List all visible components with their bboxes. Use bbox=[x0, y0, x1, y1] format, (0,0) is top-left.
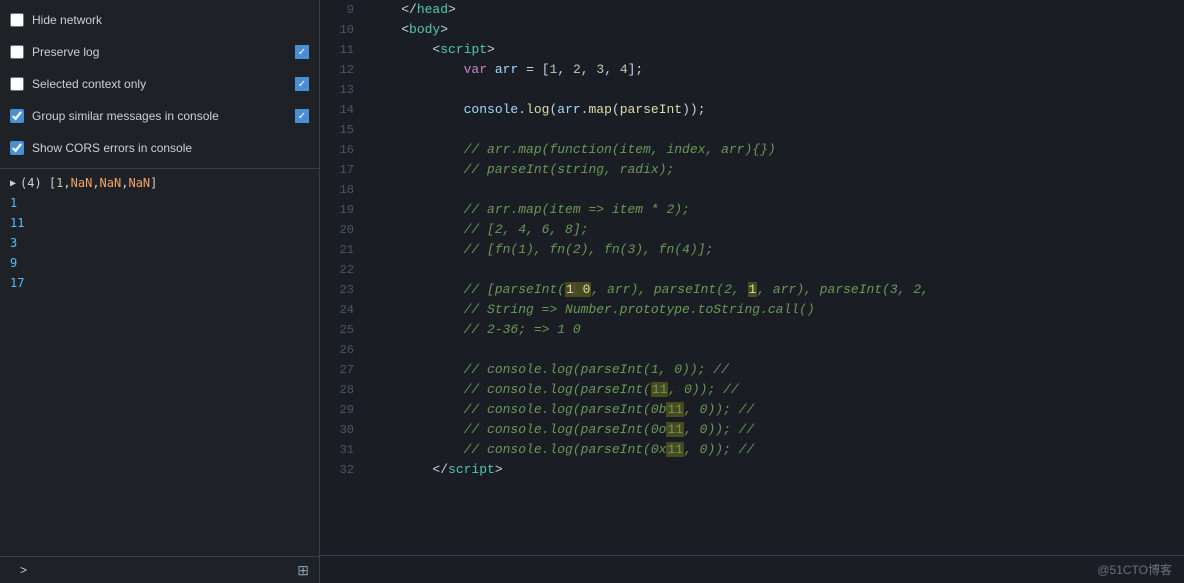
selected-context-checkbox[interactable] bbox=[10, 77, 24, 91]
selected-context-label: Selected context only bbox=[32, 77, 146, 91]
expand-button[interactable]: > bbox=[10, 561, 37, 579]
code-line-18: 18 bbox=[320, 180, 1184, 200]
array-val-4: NaN bbox=[128, 176, 150, 190]
code-line-26: 26 bbox=[320, 340, 1184, 360]
code-line-23: 23 // [parseInt(1 0, arr), parseInt(2, 1… bbox=[320, 280, 1184, 300]
array-val-1: 1 bbox=[56, 176, 63, 190]
preserve-log-label: Preserve log bbox=[32, 45, 99, 59]
line-num-23: 23 bbox=[320, 280, 370, 300]
hide-network-label: Hide network bbox=[32, 13, 102, 27]
code-line-29: 29 // console.log(parseInt(0b11, 0)); // bbox=[320, 400, 1184, 420]
show-cors-checkbox[interactable] bbox=[10, 141, 24, 155]
code-line-31: 31 // console.log(parseInt(0x11, 0)); // bbox=[320, 440, 1184, 460]
left-bottom-bar: > ⊞ bbox=[0, 556, 319, 583]
console-num-1: 1 bbox=[0, 193, 319, 213]
code-line-32: 32 </script> bbox=[320, 460, 1184, 480]
code-line-30: 30 // console.log(parseInt(0o11, 0)); // bbox=[320, 420, 1184, 440]
console-num-9: 9 bbox=[0, 253, 319, 273]
code-line-24: 24 // String => Number.prototype.toStrin… bbox=[320, 300, 1184, 320]
right-panel: 9 </head> 10 <body> 11 <script> 12 var a… bbox=[320, 0, 1184, 583]
selected-context-row: Selected context only ✓ bbox=[0, 68, 319, 100]
code-area: 9 </head> 10 <body> 11 <script> 12 var a… bbox=[320, 0, 1184, 555]
left-panel: Hide network Preserve log ✓ Selected con… bbox=[0, 0, 320, 583]
code-line-12: 12 var arr = [1, 2, 3, 4]; bbox=[320, 60, 1184, 80]
code-line-13: 13 bbox=[320, 80, 1184, 100]
code-line-27: 27 // console.log(parseInt(1, 0)); // bbox=[320, 360, 1184, 380]
preserve-log-checkbox[interactable] bbox=[10, 45, 24, 59]
hide-network-row: Hide network bbox=[0, 4, 319, 36]
show-cors-label: Show CORS errors in console bbox=[32, 141, 192, 155]
array-toggle-arrow[interactable]: ▶ bbox=[10, 178, 16, 189]
group-similar-checkbox[interactable] bbox=[10, 109, 24, 123]
console-num-11: 11 bbox=[0, 213, 319, 233]
group-similar-row: Group similar messages in console ✓ bbox=[0, 100, 319, 132]
code-line-9: 9 </head> bbox=[320, 0, 1184, 20]
code-line-28: 28 // console.log(parseInt(11, 0)); // bbox=[320, 380, 1184, 400]
code-line-20: 20 // [2, 4, 6, 8]; bbox=[320, 220, 1184, 240]
array-label: (4) [ bbox=[20, 176, 56, 190]
group-similar-label: Group similar messages in console bbox=[32, 109, 219, 123]
code-line-21: 21 // [fn(1), fn(2), fn(3), fn(4)]; bbox=[320, 240, 1184, 260]
code-line-14: 14 console.log(arr.map(parseInt)); bbox=[320, 100, 1184, 120]
console-array-row[interactable]: ▶ (4) [1, NaN, NaN, NaN] bbox=[0, 173, 319, 193]
console-output: ▶ (4) [1, NaN, NaN, NaN] 1 11 3 9 17 bbox=[0, 169, 319, 556]
preserve-log-row: Preserve log ✓ bbox=[0, 36, 319, 68]
show-cors-row: Show CORS errors in console bbox=[0, 132, 319, 164]
code-line-11: 11 <script> bbox=[320, 40, 1184, 60]
console-num-17: 17 bbox=[0, 273, 319, 293]
code-line-22: 22 bbox=[320, 260, 1184, 280]
array-val-2: NaN bbox=[71, 176, 93, 190]
grid-icon[interactable]: ⊞ bbox=[297, 562, 309, 579]
settings-section: Hide network Preserve log ✓ Selected con… bbox=[0, 0, 319, 169]
bottom-bar: @51CTO博客 bbox=[320, 555, 1184, 583]
preserve-log-blue-indicator: ✓ bbox=[295, 45, 309, 59]
array-val-3: NaN bbox=[100, 176, 122, 190]
code-line-17: 17 // parseInt(string, radix); bbox=[320, 160, 1184, 180]
group-similar-blue-indicator: ✓ bbox=[295, 109, 309, 123]
code-line-10: 10 <body> bbox=[320, 20, 1184, 40]
console-num-3: 3 bbox=[0, 233, 319, 253]
code-line-25: 25 // 2-36; => 1 0 bbox=[320, 320, 1184, 340]
hide-network-checkbox[interactable] bbox=[10, 13, 24, 27]
code-line-16: 16 // arr.map(function(item, index, arr)… bbox=[320, 140, 1184, 160]
code-line-19: 19 // arr.map(item => item * 2); bbox=[320, 200, 1184, 220]
selected-context-blue-indicator: ✓ bbox=[295, 77, 309, 91]
watermark: @51CTO博客 bbox=[1097, 561, 1172, 578]
code-line-15: 15 bbox=[320, 120, 1184, 140]
